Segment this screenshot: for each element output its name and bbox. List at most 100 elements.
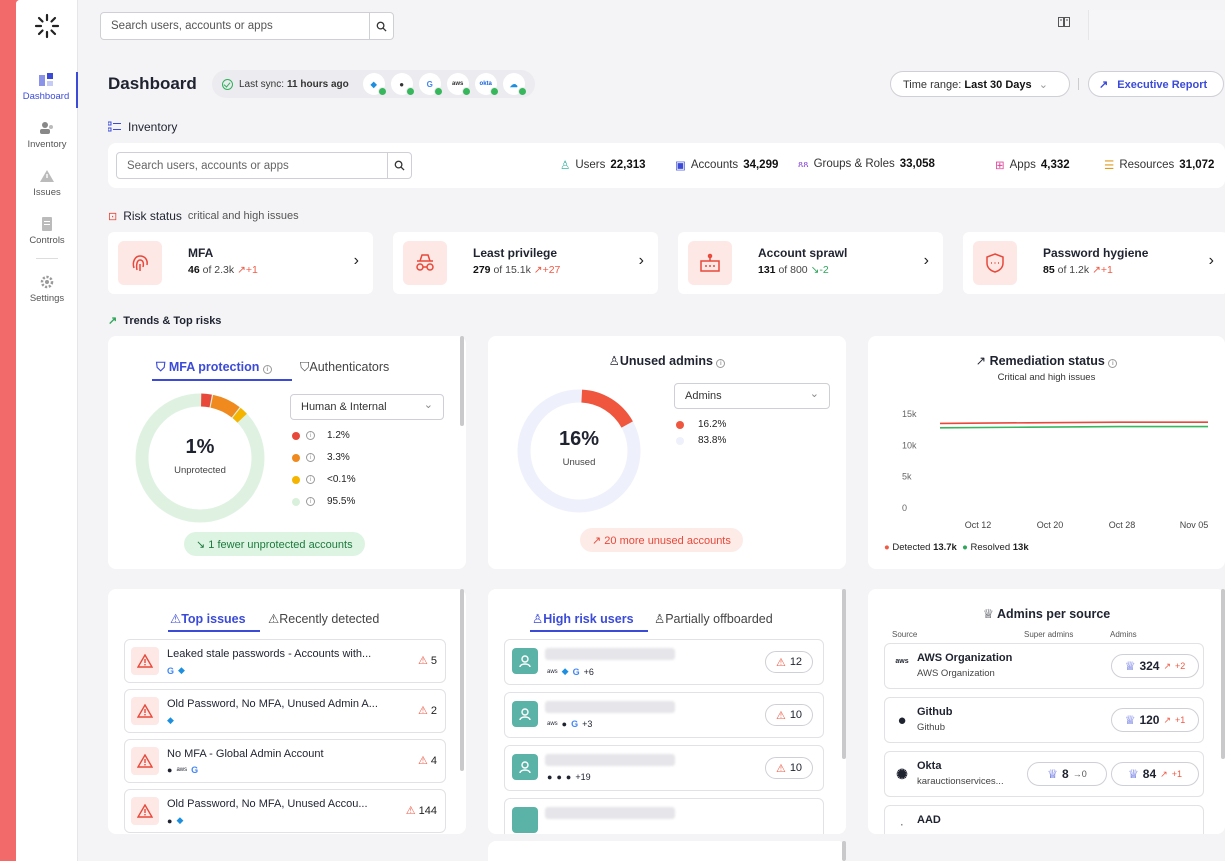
risk-card-title: Password hygiene (1043, 246, 1149, 260)
scrollbar[interactable] (1221, 589, 1225, 759)
sidebar-item-issues[interactable]: Issues (16, 168, 78, 198)
score-value: 12 (789, 656, 803, 668)
tab-top-issues[interactable]: ⚠Top issues (170, 611, 246, 626)
user-row[interactable]: aws ◆ G +6 ⚠ 12 (504, 639, 824, 685)
legend-dot (292, 475, 300, 484)
aws-source-icon[interactable]: aws (446, 73, 471, 96)
avatar (512, 754, 538, 780)
info-icon[interactable]: i (306, 497, 315, 506)
admin-source-row[interactable]: aws AWS Organization AWS Organization ♕ 3… (884, 643, 1204, 689)
issue-row[interactable]: Old Password, No MFA, Unused Accou... ● ◆… (124, 789, 446, 833)
info-icon[interactable]: i (306, 475, 315, 484)
risk-of: of 2.3k (202, 264, 235, 276)
stat-users[interactable]: ♙ Users 22,313 (560, 158, 646, 172)
info-icon[interactable]: i (306, 431, 315, 440)
source-sub: AWS Organization (917, 668, 995, 679)
admins-filter-select[interactable]: Admins (674, 383, 830, 409)
divider (1078, 78, 1079, 90)
risk-card-password-hygiene[interactable]: Password hygiene 85 of 1.2k ↗+1 › (963, 232, 1225, 294)
sidebar-item-settings[interactable]: Settings (16, 274, 78, 304)
user-menu-area[interactable] (1088, 10, 1225, 40)
user-row[interactable]: aws ● G +3 ⚠ 10 (504, 692, 824, 738)
admins-value: 324 (1139, 659, 1160, 673)
time-range-select[interactable]: Time range: Last 30 Days ⌄ (890, 71, 1070, 97)
risk-card-account-sprawl[interactable]: Account sprawl 131 of 800 ↘-2 › (678, 232, 943, 294)
executive-report-button[interactable]: ↗ Executive Report (1088, 71, 1224, 97)
tab-recently-detected[interactable]: ⚠Recently detected (268, 611, 379, 626)
legend-detected-value: 13.7k (933, 542, 957, 553)
risk-of: of 1.2k (1057, 264, 1090, 276)
risk-card-stats: 85 of 1.2k ↗+1 (1043, 264, 1113, 276)
sidebar-item-controls[interactable]: Controls (16, 216, 78, 246)
admins-count-button[interactable]: ♕ 324 ↗ +2 (1111, 654, 1199, 678)
inventory-search-input[interactable]: Search users, accounts or apps (116, 152, 412, 179)
aws-icon: aws (176, 767, 188, 773)
scrollbar[interactable] (842, 841, 846, 861)
risk-card-mfa[interactable]: MFA 46 of 2.3k ↗+1 › (108, 232, 373, 294)
admins-count-button[interactable]: ♕ 84 ↗ +1 (1111, 762, 1199, 786)
book-icon[interactable] (1058, 17, 1070, 27)
column-header-source: Source (892, 630, 918, 639)
scrollbar[interactable] (460, 336, 464, 426)
admin-source-row[interactable]: · AAD (884, 805, 1204, 834)
y-tick-label: 0 (902, 503, 907, 513)
issue-row[interactable]: Old Password, No MFA, Unused Admin A... … (124, 689, 446, 733)
donut-slice-0 (200, 393, 212, 408)
github-icon: ● (167, 815, 173, 826)
stat-accounts[interactable]: ▣ Accounts 34,299 (675, 158, 778, 172)
partial-panel (488, 841, 846, 861)
risk-card-least-privilege[interactable]: Least privilege 279 of 15.1k ↗+27 › (393, 232, 658, 294)
warning-icon: ⚠ (775, 656, 786, 669)
sidebar-item-inventory[interactable]: Inventory (16, 120, 78, 150)
admins-count-button[interactable]: ♕ 120 ↗ +1 (1111, 708, 1199, 732)
user-icon: ♙ (654, 612, 666, 626)
tab-partially-offboarded[interactable]: ♙Partially offboarded (654, 611, 773, 626)
legend-value: 16.2% (698, 419, 727, 430)
scrollbar[interactable] (460, 589, 464, 771)
stat-apps[interactable]: ⊞ Apps 4,332 (995, 158, 1070, 172)
search-button[interactable] (387, 153, 411, 178)
tab-mfa-protection[interactable]: ⛉ MFA protection i (156, 360, 272, 375)
github-source-icon[interactable]: ● (390, 73, 415, 96)
azure-source-icon[interactable]: ◆ (362, 73, 387, 96)
google-icon: G (191, 765, 199, 775)
search-button[interactable] (369, 13, 393, 39)
admin-source-row[interactable]: ● Github Github ♕ 120 ↗ +1 (884, 697, 1204, 743)
search-placeholder: Search users, accounts or apps (111, 20, 273, 32)
info-icon[interactable]: i (262, 365, 272, 374)
legend-value: 1.2% (327, 430, 350, 441)
tab-indicator (168, 630, 260, 632)
issue-count: ⚠ 2 (418, 704, 437, 718)
info-icon[interactable]: i (306, 453, 315, 462)
issue-row[interactable]: Leaked stale passwords - Accounts with..… (124, 639, 446, 683)
trend-up-icon: ↗ (533, 264, 543, 276)
source-sub: Github (917, 722, 945, 733)
risk-count: 131 (758, 264, 776, 276)
search-icon (394, 160, 405, 171)
sidebar-item-dashboard[interactable]: Dashboard (16, 72, 78, 108)
mfa-filter-select[interactable]: Human & Internal (290, 394, 444, 420)
tab-high-risk-users[interactable]: ♙High risk users (532, 611, 634, 626)
sidebar-item-label: Dashboard (22, 91, 70, 102)
risk-of: of 15.1k (493, 264, 531, 276)
scrollbar[interactable] (842, 589, 846, 759)
info-icon[interactable]: i (716, 359, 726, 368)
unused-donut-center: 16% Unused (541, 428, 617, 468)
issue-row[interactable]: No MFA - Global Admin Account ● aws G ⚠ 4 (124, 739, 446, 783)
cloud-source-icon[interactable]: ☁ (502, 73, 527, 96)
trend-up-icon: ↗ (1163, 714, 1172, 725)
user-row[interactable]: ● ● ● +19 ⚠ 10 (504, 745, 824, 791)
global-search-input[interactable]: Search users, accounts or apps (100, 12, 394, 40)
google-source-icon[interactable]: G (418, 73, 443, 96)
apps-icon: ⊞ (995, 160, 1005, 172)
okta-source-icon[interactable]: okta (474, 73, 499, 96)
database-icon: ☰ (1104, 160, 1115, 172)
stat-groups-roles[interactable]: ጸጸ Groups & Roles 33,058 (798, 158, 935, 170)
user-row[interactable] (504, 798, 824, 834)
tab-authenticators[interactable]: ⛉Authenticators (300, 360, 389, 375)
super-admins-count-button[interactable]: ♕ 8 →0 (1027, 762, 1107, 786)
sidebar-divider (36, 258, 58, 259)
sidebar-item-label: Controls (29, 235, 65, 246)
stat-resources[interactable]: ☰ Resources 31,072 (1104, 158, 1214, 172)
admin-source-row[interactable]: ✺ Okta karauctionservices... ♕ 8 →0 ♕ 84 ↗ +1 (884, 751, 1204, 797)
